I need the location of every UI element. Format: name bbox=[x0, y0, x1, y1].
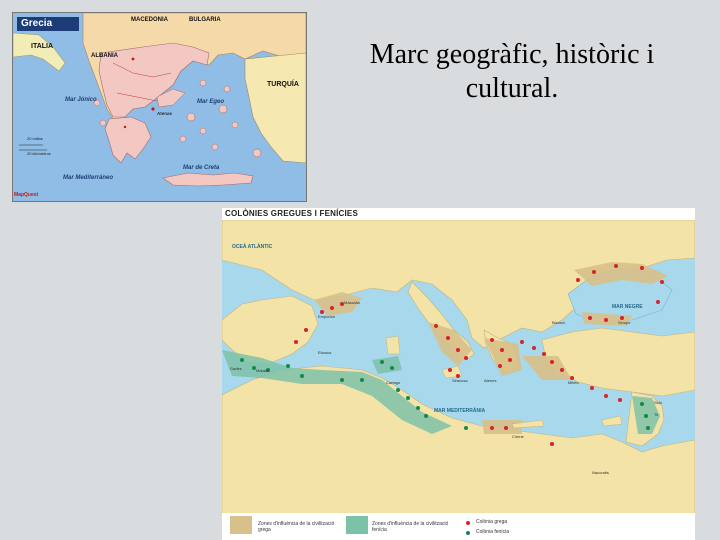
place-cirene: Cirene bbox=[512, 434, 524, 439]
colonies-map: COLÒNIES GREGUES I FENÍCIES OCEÀ ATLÀNTI… bbox=[222, 208, 695, 540]
legend-phoenician-colony-dot bbox=[466, 531, 470, 535]
place-sido: Sidó bbox=[654, 400, 663, 405]
scale-km: 20 kilómetros bbox=[27, 151, 51, 156]
place-siracusa: Siracusa bbox=[452, 378, 468, 383]
legend-phoenician-zone-label: Zones d'influència de la civilització fe… bbox=[372, 521, 449, 533]
place-malaka: Malaka bbox=[256, 368, 269, 373]
place-naucratis: Naucratis bbox=[592, 470, 609, 475]
colonies-legend: Zones d'influència de la civilització gr… bbox=[222, 513, 695, 540]
legend-phoenician-zone-swatch bbox=[346, 516, 368, 534]
label-mar-mediterrania: MAR MEDITERRÀNIA bbox=[434, 408, 486, 414]
greece-map: Grecia ITALIA ALBANIA MACEDONIA BULGARIA… bbox=[12, 12, 307, 202]
place-cartago: Cartago bbox=[386, 380, 401, 385]
colonies-map-title: COLÒNIES GREGUES I FENÍCIES bbox=[225, 209, 358, 218]
place-gades: Gades bbox=[230, 366, 242, 371]
label-macedonia: MACEDONIA bbox=[131, 17, 168, 23]
place-sinope: Sinope bbox=[618, 320, 631, 325]
label-mar-de-creta: Mar de Creta bbox=[183, 165, 220, 171]
place-ebusus: Ebusus bbox=[318, 350, 332, 355]
place-tir: Tir bbox=[654, 412, 659, 417]
label-ocea-atlantic: OCEÀ ATLÀNTIC bbox=[232, 244, 273, 250]
place-atenes: Atenes bbox=[484, 378, 497, 383]
place-mileto: Mileto bbox=[568, 380, 579, 385]
slide-title: Marc geogràfic, històric i cultural. bbox=[369, 39, 655, 104]
label-mar-mediterraneo: Mar Mediterráneo bbox=[63, 175, 114, 181]
scale-miles: 20 millas bbox=[27, 136, 43, 141]
greece-map-graphic bbox=[13, 13, 306, 201]
label-turquia: TURQUÍA bbox=[267, 81, 299, 88]
place-emporion: Empòrion bbox=[318, 314, 336, 319]
legend-greek-zone-swatch bbox=[230, 516, 252, 534]
label-atenas: Atenas bbox=[157, 111, 173, 116]
place-bizanci: Bizanci bbox=[552, 320, 565, 325]
label-bulgaria: BULGARIA bbox=[189, 17, 221, 23]
legend-greek-colony-dot bbox=[466, 521, 470, 525]
map-credit: MapQuest bbox=[14, 192, 39, 198]
label-mar-jonico: Mar Jónico bbox=[65, 97, 97, 103]
label-mar-egeo: Mar Egeo bbox=[197, 99, 225, 105]
greece-map-title: Grecia bbox=[17, 17, 79, 31]
label-albania: ALBANIA bbox=[91, 53, 118, 59]
legend-phoenician-colony-label: Colònia fenícia bbox=[476, 529, 510, 535]
legend-greek-zone-label: Zones d'influència de la civilització gr… bbox=[258, 521, 335, 533]
place-massalia: Massàlia bbox=[344, 300, 360, 305]
colonies-map-graphic bbox=[222, 220, 695, 516]
legend-greek-colony-label: Colònia grega bbox=[476, 519, 508, 525]
label-italia: ITALIA bbox=[31, 43, 54, 50]
label-mar-negre: MAR NEGRE bbox=[612, 304, 643, 310]
